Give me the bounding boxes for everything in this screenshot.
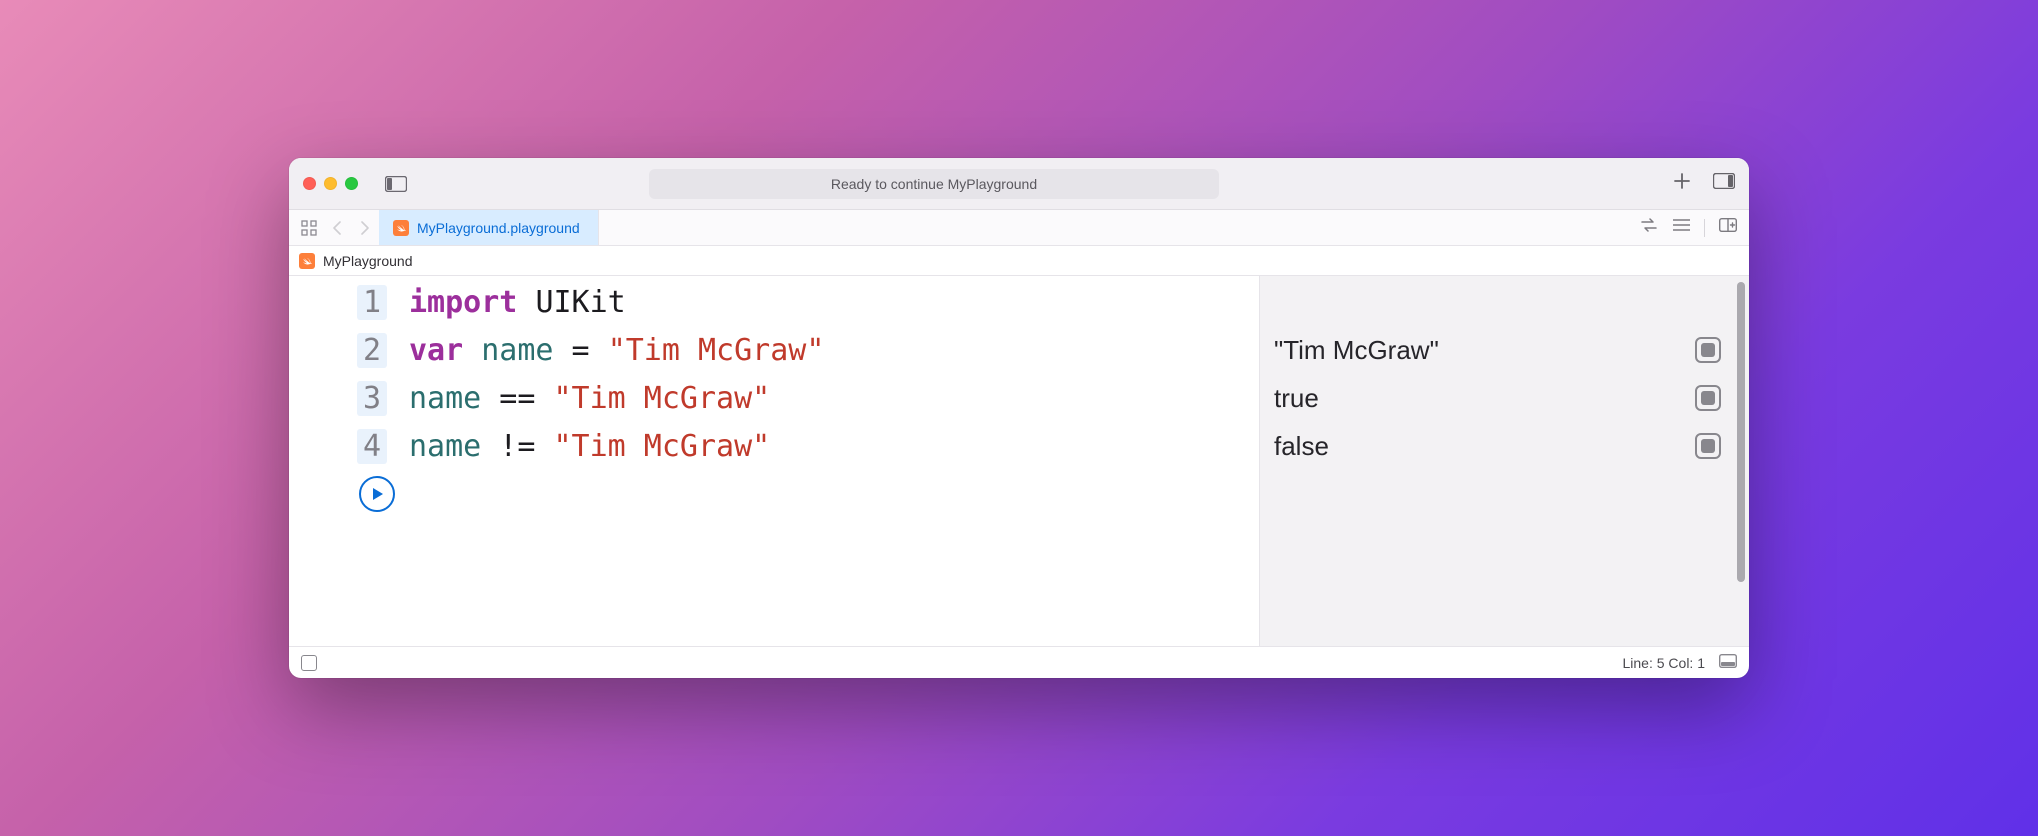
- xcode-window: Ready to continue MyPlayground MyPlaygro…: [289, 158, 1749, 678]
- quicklook-button[interactable]: [1695, 433, 1721, 459]
- gutter: 1234: [289, 276, 409, 646]
- adjust-editor-options-button[interactable]: [1672, 218, 1690, 237]
- toggle-navigator-button[interactable]: [382, 174, 410, 194]
- navigate-forward-button[interactable]: [351, 210, 379, 245]
- tab-label: MyPlayground.playground: [417, 220, 580, 236]
- results-sidebar: "Tim McGraw" true false: [1259, 276, 1749, 646]
- titlebar-right-controls: [1673, 172, 1735, 195]
- result-row[interactable]: true: [1260, 374, 1749, 422]
- result-row[interactable]: "Tim McGraw": [1260, 326, 1749, 374]
- tab-active[interactable]: MyPlayground.playground: [379, 210, 599, 245]
- minimize-window-button[interactable]: [324, 177, 337, 190]
- toggle-debug-area-button[interactable]: [301, 655, 317, 671]
- tab-bar: MyPlayground.playground: [289, 210, 1749, 246]
- code-line[interactable]: name == "Tim McGraw": [409, 374, 1259, 422]
- code-line[interactable]: name != "Tim McGraw": [409, 422, 1259, 470]
- code-line[interactable]: var name = "Tim McGraw": [409, 326, 1259, 374]
- activity-status[interactable]: Ready to continue MyPlayground: [649, 169, 1219, 199]
- result-value: true: [1274, 383, 1319, 414]
- breadcrumb[interactable]: MyPlayground: [289, 246, 1749, 276]
- line-number: 1: [289, 278, 409, 326]
- main-split: 1234 import UIKitvar name = "Tim McGraw"…: [289, 276, 1749, 646]
- cursor-position: Line: 5 Col: 1: [1623, 655, 1706, 671]
- editor-area[interactable]: 1234 import UIKitvar name = "Tim McGraw"…: [289, 276, 1259, 646]
- scrollbar[interactable]: [1737, 282, 1745, 582]
- footer-right: Line: 5 Col: 1: [1623, 654, 1738, 671]
- swift-icon: [393, 220, 409, 236]
- toggle-minimap-button[interactable]: [1719, 654, 1737, 671]
- add-editor-button[interactable]: [1719, 218, 1737, 237]
- run-playground-button[interactable]: [359, 476, 395, 512]
- navigate-back-button[interactable]: [323, 210, 351, 245]
- line-number: 4: [289, 422, 409, 470]
- tab-bar-right: [1640, 210, 1749, 245]
- line-number: 3: [289, 374, 409, 422]
- code-line[interactable]: import UIKit: [409, 278, 1259, 326]
- swift-icon: [299, 253, 315, 269]
- quicklook-button[interactable]: [1695, 337, 1721, 363]
- refresh-relations-button[interactable]: [1640, 218, 1658, 237]
- titlebar: Ready to continue MyPlayground: [289, 158, 1749, 210]
- window-controls: [303, 177, 358, 190]
- add-button[interactable]: [1673, 172, 1691, 195]
- toggle-inspector-button[interactable]: [1713, 173, 1735, 194]
- zoom-window-button[interactable]: [345, 177, 358, 190]
- result-value: false: [1274, 431, 1329, 462]
- result-value: "Tim McGraw": [1274, 335, 1439, 366]
- code-area[interactable]: import UIKitvar name = "Tim McGraw"name …: [409, 276, 1259, 646]
- activity-status-text: Ready to continue MyPlayground: [831, 176, 1037, 192]
- breadcrumb-label: MyPlayground: [323, 253, 413, 269]
- result-row[interactable]: false: [1260, 422, 1749, 470]
- footer: Line: 5 Col: 1: [289, 646, 1749, 678]
- quicklook-button[interactable]: [1695, 385, 1721, 411]
- close-window-button[interactable]: [303, 177, 316, 190]
- related-items-button[interactable]: [295, 210, 323, 245]
- line-number: 2: [289, 326, 409, 374]
- separator: [1704, 219, 1705, 237]
